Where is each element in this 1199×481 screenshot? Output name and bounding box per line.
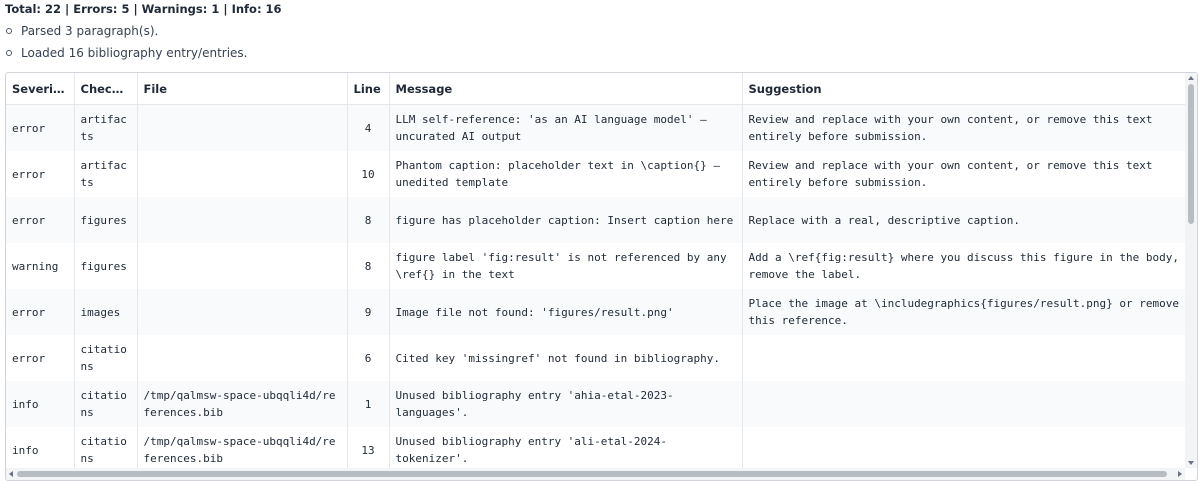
severity-cell: error (6, 151, 75, 197)
table-row: error citations 6 Cited key 'missingref'… (6, 335, 1197, 381)
line-cell: 8 (347, 197, 390, 243)
line-cell: 8 (347, 243, 390, 289)
file-cell (137, 197, 348, 243)
column-header-message[interactable]: Message (389, 73, 743, 105)
column-header-line[interactable]: Line (347, 73, 390, 105)
horizontal-scroll-thumb[interactable] (17, 471, 1167, 477)
scroll-up-arrow-icon[interactable] (1188, 76, 1194, 80)
file-cell (137, 289, 348, 335)
log-item-text: Loaded 16 bibliography entry/entries. (21, 46, 248, 60)
log-item: Loaded 16 bibliography entry/entries. (5, 42, 248, 64)
bullet-icon (6, 50, 12, 56)
suggestion-cell: Place the image at \includegraphics{figu… (742, 289, 1197, 335)
severity-cell: error (6, 289, 75, 335)
checker-cell: figures (74, 197, 138, 243)
log-list: Parsed 3 paragraph(s). Loaded 16 bibliog… (5, 20, 248, 64)
line-cell: 1 (347, 381, 390, 427)
table-row: error images 9 Image file not found: 'fi… (6, 289, 1197, 335)
severity-cell: info (6, 381, 75, 427)
table-row: error artifacts 10 Phantom caption: plac… (6, 151, 1197, 197)
suggestion-cell (742, 381, 1197, 427)
checker-cell: citations (74, 427, 138, 473)
message-cell: Phantom caption: placeholder text in \ca… (389, 151, 743, 197)
horizontal-scrollbar[interactable] (6, 468, 1185, 480)
severity-cell: error (6, 335, 75, 381)
checker-cell: figures (74, 243, 138, 289)
column-header-suggestion[interactable]: Suggestion (742, 73, 1197, 105)
column-header-file[interactable]: File (137, 73, 348, 105)
line-cell: 13 (347, 427, 390, 473)
checker-cell: artifacts (74, 104, 138, 151)
file-cell (137, 104, 348, 151)
message-cell: Image file not found: 'figures/result.pn… (389, 289, 743, 335)
checker-cell: images (74, 289, 138, 335)
file-cell: /tmp/qalmsw-space-ubqqli4d/references.bi… (137, 427, 348, 473)
table-row: info citations /tmp/qalmsw-space-ubqqli4… (6, 381, 1197, 427)
line-cell: 9 (347, 289, 390, 335)
vertical-scrollbar[interactable] (1185, 73, 1197, 468)
log-item: Parsed 3 paragraph(s). (5, 20, 248, 42)
scroll-down-arrow-icon[interactable] (1188, 461, 1194, 465)
suggestion-cell: Review and replace with your own content… (742, 104, 1197, 151)
table-row: error artifacts 4 LLM self-reference: 'a… (6, 104, 1197, 151)
severity-cell: error (6, 197, 75, 243)
suggestion-cell: Add a \ref{fig:result} where you discuss… (742, 243, 1197, 289)
severity-cell: warning (6, 243, 75, 289)
severity-cell: error (6, 104, 75, 151)
column-header-severity[interactable]: Severi… (6, 73, 75, 105)
scroll-right-arrow-icon[interactable] (1178, 471, 1182, 477)
severity-cell: info (6, 427, 75, 473)
table-header-row: Severi… Checker File Line Message Sugges… (6, 73, 1197, 105)
results-summary: Total: 22 | Errors: 5 | Warnings: 1 | In… (5, 2, 282, 16)
file-cell: /tmp/qalmsw-space-ubqqli4d/references.bi… (137, 381, 348, 427)
suggestion-cell: Replace with a real, descriptive caption… (742, 197, 1197, 243)
issues-table-container: Severi… Checker File Line Message Sugges… (5, 72, 1198, 481)
log-item-text: Parsed 3 paragraph(s). (21, 24, 159, 38)
table-row: info citations /tmp/qalmsw-space-ubqqli4… (6, 427, 1197, 473)
suggestion-cell (742, 335, 1197, 381)
message-cell: Unused bibliography entry 'ali-etal-2024… (389, 427, 743, 473)
table-row: error figures 8 figure has placeholder c… (6, 197, 1197, 243)
checker-cell: citations (74, 335, 138, 381)
checker-cell: citations (74, 381, 138, 427)
suggestion-cell (742, 427, 1197, 473)
message-cell: Unused bibliography entry 'ahia-etal-202… (389, 381, 743, 427)
suggestion-cell: Review and replace with your own content… (742, 151, 1197, 197)
line-cell: 10 (347, 151, 390, 197)
message-cell: Cited key 'missingref' not found in bibl… (389, 335, 743, 381)
line-cell: 4 (347, 104, 390, 151)
file-cell (137, 243, 348, 289)
vertical-scroll-thumb[interactable] (1188, 84, 1194, 224)
scroll-left-arrow-icon[interactable] (9, 471, 13, 477)
line-cell: 6 (347, 335, 390, 381)
file-cell (137, 335, 348, 381)
table-row: warning figures 8 figure label 'fig:resu… (6, 243, 1197, 289)
message-cell: figure label 'fig:result' is not referen… (389, 243, 743, 289)
issues-table: Severi… Checker File Line Message Sugges… (6, 73, 1197, 473)
column-header-checker[interactable]: Checker (74, 73, 138, 105)
bullet-icon (6, 28, 12, 34)
message-cell: figure has placeholder caption: Insert c… (389, 197, 743, 243)
file-cell (137, 151, 348, 197)
checker-cell: artifacts (74, 151, 138, 197)
message-cell: LLM self-reference: 'as an AI language m… (389, 104, 743, 151)
